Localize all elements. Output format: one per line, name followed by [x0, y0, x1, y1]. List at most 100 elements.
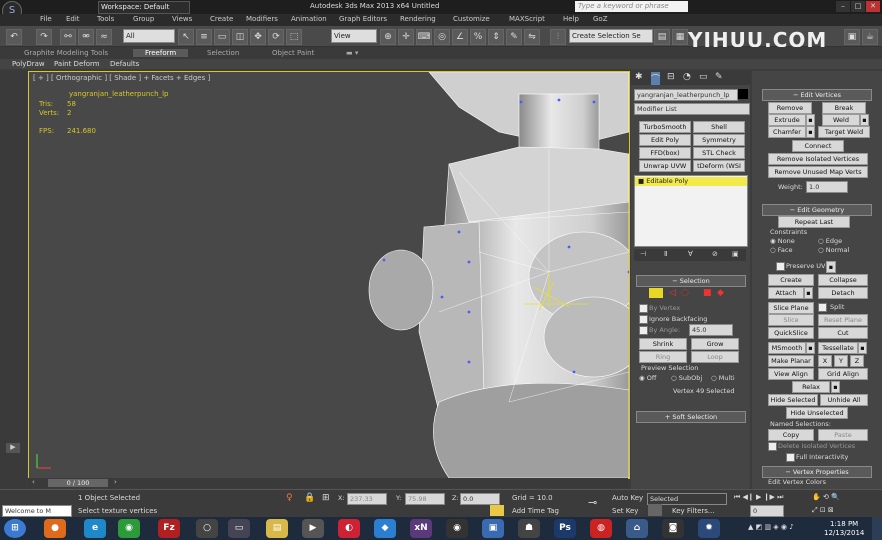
- panel-paint-deform[interactable]: Paint Deform: [54, 60, 100, 68]
- selection-lock-icon[interactable]: 🔒: [304, 493, 315, 503]
- maximize-icon[interactable]: □: [851, 1, 865, 12]
- tab-graphite-modeling-tools[interactable]: Graphite Modeling Tools: [24, 49, 108, 57]
- align-icon[interactable]: ⫶: [550, 29, 566, 45]
- maxscript-listener[interactable]: Welcome to M: [2, 505, 72, 517]
- remove-button[interactable]: Remove: [768, 102, 812, 114]
- tessellate-button[interactable]: Tessellate: [818, 342, 858, 354]
- snaps-toggle-icon[interactable]: ◎: [434, 29, 450, 45]
- copy-button[interactable]: Copy: [768, 429, 814, 441]
- menu-animation[interactable]: Animation: [291, 15, 327, 23]
- ffd-box-button[interactable]: FFD(box): [639, 147, 691, 159]
- msmooth-settings-icon[interactable]: ▪: [806, 342, 815, 354]
- percent-snap-icon[interactable]: %: [470, 29, 486, 45]
- tab-selection[interactable]: Selection: [207, 49, 239, 57]
- edge-mode-icon[interactable]: ◁: [669, 288, 676, 298]
- quickslice-button[interactable]: QuickSlice: [768, 327, 814, 339]
- render-icon[interactable]: ☕: [862, 29, 878, 45]
- repeat-last-button[interactable]: Repeat Last: [778, 216, 850, 228]
- select-by-name-icon[interactable]: ≡: [196, 29, 212, 45]
- attach-settings-icon[interactable]: ▪: [804, 287, 813, 299]
- remove-unused-map-verts-button[interactable]: Remove Unused Map Verts: [768, 166, 868, 178]
- symmetry-button[interactable]: Symmetry: [693, 134, 745, 146]
- collapse-button[interactable]: Collapse: [818, 274, 868, 286]
- menu-group[interactable]: Group: [133, 15, 154, 23]
- tab-object-paint[interactable]: Object Paint: [272, 49, 314, 57]
- weld-settings-icon[interactable]: ▪: [860, 114, 869, 126]
- angle-input[interactable]: 45.0: [689, 324, 733, 336]
- reference-coordinate-dropdown[interactable]: View: [331, 29, 377, 43]
- preview-multi-radio[interactable]: ○ Multi: [711, 374, 735, 382]
- reset-plane-button[interactable]: Reset Plane: [818, 314, 868, 326]
- selection-rollout-header[interactable]: − Selection: [636, 275, 746, 287]
- relax-button[interactable]: Relax: [792, 381, 830, 393]
- keyboard-shortcut-icon[interactable]: ⌨: [416, 29, 432, 45]
- edit-named-selection-icon[interactable]: ✎: [506, 29, 522, 45]
- app-icon-circle[interactable]: ◍: [590, 519, 612, 538]
- ignore-backfacing-checkbox[interactable]: [639, 315, 648, 324]
- hierarchy-tab-icon[interactable]: ⊟: [667, 72, 675, 82]
- time-slider[interactable]: 0 / 100 ‹ ›: [28, 478, 628, 488]
- menu-views[interactable]: Views: [172, 15, 192, 23]
- tdeform-button[interactable]: tDeform (WSI: [693, 160, 745, 172]
- search-input[interactable]: Type a keyword or phrase: [575, 1, 688, 12]
- graphite-toggle-icon[interactable]: ▦: [672, 29, 688, 45]
- move-icon[interactable]: ✥: [250, 29, 266, 45]
- app-icon-dark[interactable]: ◉: [446, 519, 468, 538]
- workspace-dropdown[interactable]: Workspace: Default: [98, 1, 190, 14]
- tab-freeform[interactable]: Freeform: [133, 49, 189, 57]
- viewport-orthographic[interactable]: [ + ] [ Orthographic ] [ Shade ] + Facet…: [28, 71, 630, 479]
- make-planar-button[interactable]: Make Planar: [768, 355, 814, 367]
- mirror-icon[interactable]: ⇋: [524, 29, 540, 45]
- menu-help[interactable]: Help: [563, 15, 579, 23]
- pin-stack-icon[interactable]: ⊣: [640, 250, 646, 258]
- cut-button[interactable]: Cut: [818, 327, 868, 339]
- render-frame-icon[interactable]: ▣: [844, 29, 860, 45]
- preserve-uvs-settings-icon[interactable]: ▪: [826, 261, 836, 273]
- select-object-icon[interactable]: ↖: [178, 29, 194, 45]
- monitor-icon[interactable]: ▭: [228, 519, 250, 538]
- detach-button[interactable]: Detach: [818, 287, 868, 299]
- figure-app-icon[interactable]: ☗: [518, 519, 540, 538]
- by-angle-checkbox[interactable]: [639, 326, 648, 335]
- menu-edit[interactable]: Edit: [66, 15, 80, 23]
- z-coordinate-field[interactable]: 0.0: [460, 493, 500, 505]
- menu-customize[interactable]: Customize: [453, 15, 490, 23]
- soft-selection-rollout-header[interactable]: + Soft Selection: [636, 411, 746, 423]
- preview-off-radio[interactable]: ◉ Off: [639, 374, 656, 382]
- auto-key-button[interactable]: Auto Key: [612, 494, 643, 502]
- panel-polydraw[interactable]: PolyDraw: [12, 60, 45, 68]
- by-vertex-checkbox[interactable]: [639, 304, 648, 313]
- viewport-nav-controls[interactable]: ✋ ⟲ 🔍: [812, 493, 840, 501]
- create-button[interactable]: Create: [768, 274, 814, 286]
- preview-subobj-radio[interactable]: ○ SubObj: [671, 374, 702, 382]
- vertex-properties-rollout-header[interactable]: − Vertex Properties: [762, 466, 872, 478]
- time-prev-icon[interactable]: ‹: [32, 478, 35, 486]
- remove-isolated-vertices-button[interactable]: Remove Isolated Vertices: [768, 153, 868, 165]
- app-icon-red[interactable]: ◐: [338, 519, 360, 538]
- x-coordinate-field[interactable]: 237.33: [347, 493, 387, 505]
- selection-filter-dropdown[interactable]: All: [123, 29, 175, 43]
- menu-file[interactable]: File: [40, 15, 52, 23]
- unhide-all-button[interactable]: Unhide All: [820, 394, 868, 406]
- panel-defaults[interactable]: Defaults: [110, 60, 139, 68]
- menu-modifiers[interactable]: Modifiers: [246, 15, 278, 23]
- edit-vertices-rollout-header[interactable]: − Edit Vertices: [762, 89, 872, 101]
- constraint-normal-radio[interactable]: ○ Normal: [818, 246, 849, 254]
- display-tab-icon[interactable]: ▭: [699, 72, 708, 82]
- shell-button[interactable]: Shell: [693, 121, 745, 133]
- loop-button[interactable]: Loop: [691, 351, 739, 363]
- playback-controls[interactable]: ⏮ ◀❙ ▶ ❙▶ ⏭: [734, 493, 783, 502]
- undo-icon[interactable]: ↶: [6, 29, 22, 45]
- unwrap-uvw-button[interactable]: Unwrap UVW: [639, 160, 691, 172]
- menu-goz[interactable]: GoZ: [593, 15, 608, 23]
- motion-tab-icon[interactable]: ◔: [683, 72, 691, 82]
- time-slider-thumb[interactable]: 0 / 100: [48, 479, 108, 487]
- menu-maxscript[interactable]: MAXScript: [509, 15, 545, 23]
- unlink-icon[interactable]: ⚮: [78, 29, 94, 45]
- constraint-face-radio[interactable]: ○ Face: [770, 246, 792, 254]
- explorer-icon[interactable]: ▤: [266, 519, 288, 538]
- current-frame-field[interactable]: 0: [750, 505, 784, 517]
- planar-y-button[interactable]: Y: [834, 355, 848, 367]
- tessellate-settings-icon[interactable]: ▪: [858, 342, 867, 354]
- constraint-edge-radio[interactable]: ○ Edge: [818, 237, 842, 245]
